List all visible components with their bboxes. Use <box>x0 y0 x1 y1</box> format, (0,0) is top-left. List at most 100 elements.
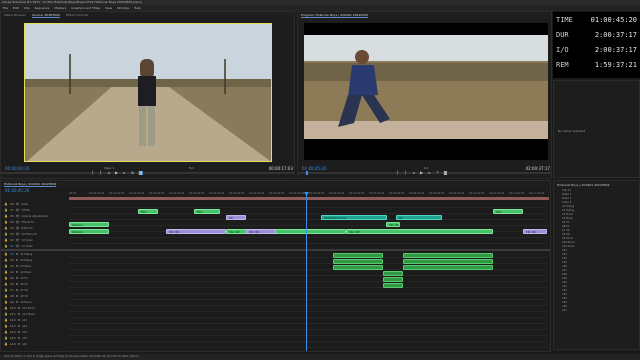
audio-clip[interactable] <box>383 277 403 282</box>
hud-time-label: TIME <box>556 15 573 24</box>
tab-media-browser[interactable]: Media Browser <box>4 12 26 18</box>
tab-timeline-sequence[interactable]: Holbrook Boys | 2C0401 20220509 <box>4 181 57 187</box>
status-bar: Click to select, or click in empty space… <box>0 354 640 360</box>
track-divider <box>69 341 547 342</box>
hud-rem-label: REM <box>556 60 569 69</box>
ruler-tick-label: 00:10:30:00 <box>489 192 505 195</box>
program-video-image <box>304 23 548 160</box>
timeline-clip[interactable]: Adjustment Layer <box>321 215 387 220</box>
program-mark-in-icon[interactable]: { <box>395 170 400 175</box>
timeline-clip[interactable]: Clip_003 <box>346 229 493 234</box>
timeline-clip[interactable]: Opening <box>69 222 109 227</box>
ruler-tick-label: 00:08:30:00 <box>409 192 425 195</box>
audio-clip[interactable] <box>403 253 493 258</box>
hud-time-value: 01:00:45:20 <box>590 15 637 24</box>
track-divider <box>69 323 547 324</box>
audio-clip[interactable] <box>333 259 383 264</box>
right-list-title: Holbrook Boys | 2C0401 20220509 <box>557 183 610 187</box>
timeline-playhead[interactable] <box>306 192 307 351</box>
track-divider <box>69 237 547 238</box>
hud-io-value: 2:00:37:17 <box>594 45 637 54</box>
audio-clip[interactable] <box>333 265 383 270</box>
program-camera-icon[interactable]: ◙ <box>443 170 448 175</box>
ruler-tick-label: 00:07:00:00 <box>349 192 365 195</box>
ruler-tick-label: 00:08:00:00 <box>389 192 405 195</box>
camera-icon[interactable]: ◙ <box>138 170 143 175</box>
audio-clip[interactable] <box>333 253 383 258</box>
track-area[interactable]: Title Title Adj Adjustment Layer Adj Title Ope… <box>1 201 550 351</box>
program-play-icon[interactable]: ▶ <box>419 170 424 175</box>
audio-clip[interactable] <box>383 271 403 276</box>
audio-clip[interactable] <box>383 283 403 288</box>
info-panel: No items selected <box>553 80 640 178</box>
lift-icon[interactable]: ⇡ <box>435 170 440 175</box>
program-playhead[interactable] <box>306 171 308 175</box>
ruler-tick-label: 00:02:00:00 <box>149 192 165 195</box>
insert-icon[interactable]: ⊕ <box>130 170 135 175</box>
timeline-clip[interactable]: Clip_001 <box>246 229 276 234</box>
source-video-image <box>25 24 271 161</box>
tab-effect-controls[interactable]: Effect Controls <box>66 12 88 18</box>
source-video-frame[interactable] <box>24 23 272 162</box>
right-list-item[interactable]: A27 <box>562 309 639 313</box>
track-divider <box>69 219 547 220</box>
timeline-clip[interactable]: Title <box>194 209 220 214</box>
ruler-tick-label: 00:09:00:00 <box>429 192 445 195</box>
ruler-tick-label: 00:10:00:00 <box>469 192 485 195</box>
track-divider <box>69 287 547 288</box>
track-divider <box>69 347 547 348</box>
tab-source[interactable]: Source: 2P3D3500 <box>32 12 60 18</box>
track-divider <box>69 243 547 244</box>
timeline-clip[interactable]: Adj <box>226 215 246 220</box>
timeline-clip[interactable]: Adj <box>396 215 442 220</box>
ruler-tick-label: 00:07:30:00 <box>369 192 385 195</box>
timeline-timecode[interactable]: 01:00:45:20 <box>5 188 29 193</box>
timeline-panel: Holbrook Boys | 2C0401 20220509 01:00:45… <box>0 180 551 352</box>
tab-program[interactable]: Program: Holbrook Boys | 2C0401 20220509 <box>301 12 368 18</box>
track-divider <box>69 329 547 330</box>
work-area-bar[interactable] <box>69 197 549 200</box>
program-transport: { } ◂ ▶ ▸ ⇡ ◙ <box>395 170 515 176</box>
step-back-icon[interactable]: ◂ <box>106 170 111 175</box>
ruler-tick-label: 00:06:30:00 <box>329 192 345 195</box>
program-mark-out-icon[interactable]: } <box>403 170 408 175</box>
mark-in-icon[interactable]: { <box>90 170 95 175</box>
program-monitor: Program: Holbrook Boys | 2C0401 20220509… <box>297 11 552 179</box>
hud-dur-value: 2:00:37:17 <box>594 30 637 39</box>
right-list-rows: Clip A1 Video 1 Video 2 Video 3 A1 Dialog A2 … <box>554 189 639 313</box>
program-duration: 02:00:37:17 <box>525 165 550 171</box>
timeline-clip[interactable]: Clip_001 <box>523 229 547 234</box>
ruler-tick-label: 00:00 <box>69 192 77 195</box>
ruler-tick-label: 00:00:30:00 <box>89 192 105 195</box>
step-forward-icon[interactable]: ▸ <box>122 170 127 175</box>
track-divider <box>69 293 547 294</box>
track-divider <box>69 281 547 282</box>
program-step-back-icon[interactable]: ◂ <box>411 170 416 175</box>
timeline-clip[interactable]: Clip_002 <box>226 229 346 234</box>
play-icon[interactable]: ▶ <box>114 170 119 175</box>
ruler-tick-label: 00:03:00:00 <box>189 192 205 195</box>
ruler-tick-label: 00:05:30:00 <box>289 192 305 195</box>
ruler-tick-label: 00:11:30:00 <box>529 192 545 195</box>
timeline-clip[interactable]: Opening <box>69 229 109 234</box>
track-divider <box>69 311 547 312</box>
program-video-frame[interactable] <box>304 23 548 160</box>
audio-clip[interactable] <box>403 259 493 264</box>
program-timecode[interactable]: 01:00:45:20 <box>302 166 326 171</box>
mark-out-icon[interactable]: } <box>98 170 103 175</box>
track-divider <box>69 305 547 306</box>
program-step-forward-icon[interactable]: ▸ <box>427 170 432 175</box>
ruler-tick-label: 00:06:00:00 <box>309 192 325 195</box>
source-timecode[interactable]: 00:00:04:20 <box>5 166 29 171</box>
timeline-clip[interactable]: Clip_001 <box>166 229 226 234</box>
timeline-clip[interactable]: Title <box>493 209 523 214</box>
audio-clip[interactable] <box>403 265 493 270</box>
timeline-clip[interactable]: Title <box>138 209 158 214</box>
timeline-clip[interactable]: Clip_002 <box>386 222 400 227</box>
ruler-tick-label: 00:01:30:00 <box>129 192 145 195</box>
source-tabs: Media Browser Source: 2P3D3500 Effect Co… <box>1 12 294 18</box>
video-audio-divider[interactable] <box>1 249 550 251</box>
info-empty-text: No items selected <box>558 129 585 133</box>
ruler-tick-label: 00:09:30:00 <box>449 192 465 195</box>
track-divider <box>69 207 547 208</box>
